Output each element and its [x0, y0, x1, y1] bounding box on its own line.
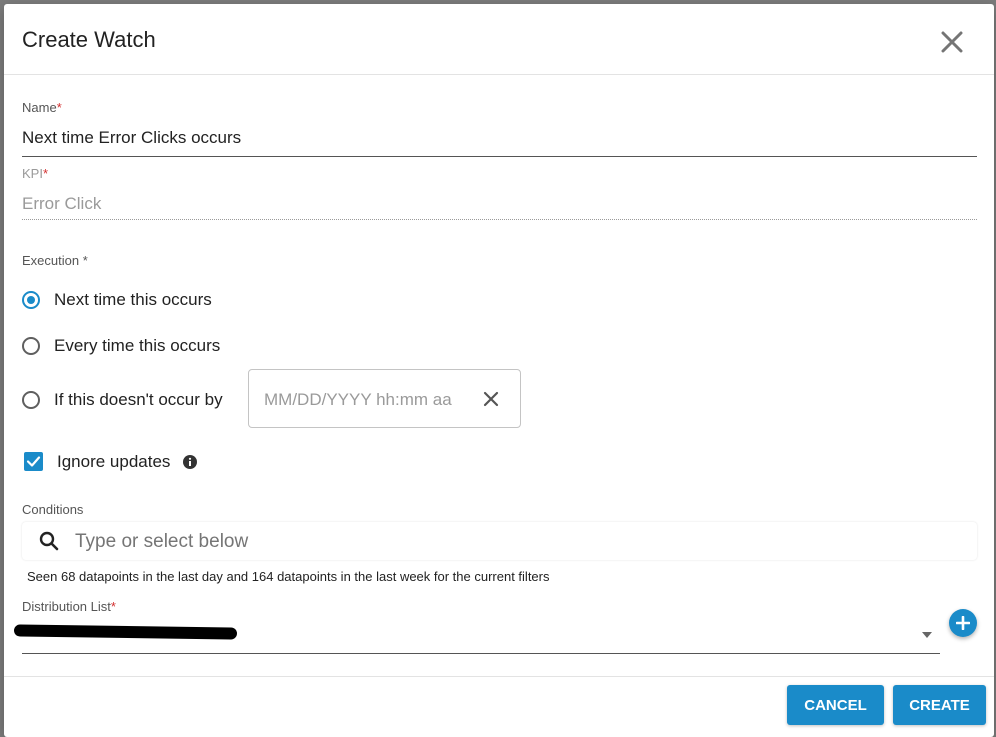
search-placeholder: Type or select below	[75, 531, 249, 552]
kpi-input: Error Click	[22, 194, 102, 213]
radio-unchecked-icon	[22, 337, 40, 355]
datapoints-hint: Seen 68 datapoints in the last day and 1…	[27, 569, 550, 584]
radio-checked-icon	[22, 291, 40, 309]
execution-label: Execution *	[22, 253, 88, 268]
conditions-label: Conditions	[22, 502, 84, 517]
name-input[interactable]: Next time Error Clicks occurs	[22, 128, 241, 148]
cancel-button[interactable]: CANCEL	[787, 685, 884, 725]
date-time-input[interactable]: MM/DD/YYYY hh:mm aa	[248, 369, 521, 428]
create-button[interactable]: CREATE	[893, 685, 986, 725]
required-marker: *	[56, 100, 62, 115]
info-icon[interactable]	[183, 455, 197, 469]
dialog-header: Create Watch	[4, 4, 994, 75]
add-distribution-button[interactable]	[949, 609, 977, 637]
radio-every-time[interactable]: Every time this occurs	[22, 336, 220, 356]
radio-next-time[interactable]: Next time this occurs	[22, 290, 212, 310]
kpi-input-underline	[22, 219, 977, 220]
kpi-label: KPI*	[22, 166, 48, 181]
search-icon	[39, 531, 59, 551]
dialog-title: Create Watch	[22, 27, 156, 52]
kpi-label-text: KPI	[22, 166, 43, 181]
name-label-text: Name	[22, 100, 57, 115]
close-icon	[483, 391, 499, 407]
radio-doesnt-occur-by[interactable]: If this doesn't occur by	[22, 390, 223, 410]
conditions-search-input[interactable]: Type or select below	[22, 522, 977, 560]
required-marker: *	[42, 166, 49, 181]
clear-date-button[interactable]	[476, 384, 506, 414]
required-marker: *	[110, 599, 116, 614]
name-label: Name*	[22, 100, 62, 115]
distribution-list-underline	[22, 653, 940, 654]
redacted-value	[13, 624, 238, 640]
plus-icon	[956, 616, 970, 630]
radio-label: Next time this occurs	[54, 290, 212, 309]
ignore-updates-label: Ignore updates	[57, 452, 171, 471]
close-button[interactable]	[934, 24, 970, 60]
chevron-down-icon[interactable]	[922, 632, 932, 638]
radio-label: Every time this occurs	[54, 336, 221, 355]
name-input-underline	[22, 156, 977, 157]
ignore-updates-checkbox[interactable]	[24, 452, 43, 471]
distribution-label-text: Distribution List	[22, 599, 111, 614]
close-icon	[941, 31, 963, 53]
radio-label: If this doesn't occur by	[54, 390, 223, 409]
date-time-placeholder: MM/DD/YYYY hh:mm aa	[264, 390, 452, 409]
distribution-list-label: Distribution List*	[22, 599, 116, 614]
create-watch-dialog: Create Watch Name* Next time Error Click…	[4, 4, 994, 737]
checkmark-icon	[26, 456, 41, 467]
radio-unchecked-icon	[22, 391, 40, 409]
